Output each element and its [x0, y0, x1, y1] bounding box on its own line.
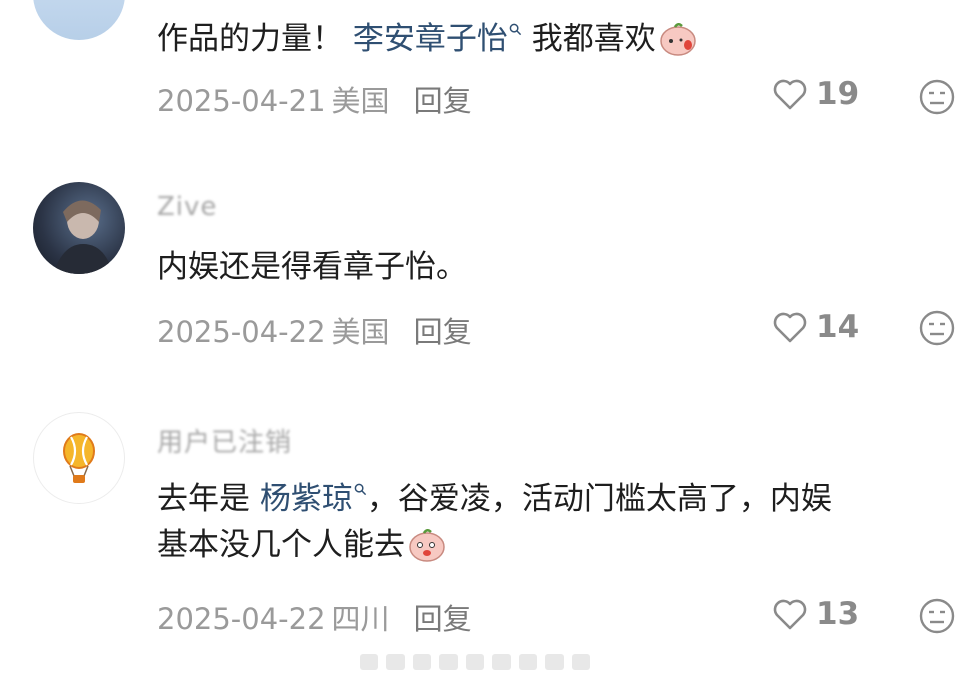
dislike-face-icon[interactable] [918, 309, 956, 347]
comment-text-line2: 基本没几个人能去 [157, 527, 405, 563]
peach-emoji-icon [409, 529, 445, 562]
reply-button[interactable]: 回复 [414, 84, 472, 118]
comment-meta: 2025-04-21 美国 回复 [157, 78, 472, 120]
comment-meta: 2025-04-22 美国 回复 [157, 309, 472, 351]
heart-icon [773, 599, 807, 630]
peach-emoji-icon [659, 23, 696, 56]
avatar-image [53, 200, 113, 274]
comment-text: 去年是 杨紫琼 ，谷爱凌，活动门槛太高了，内娱基本没几个人能去 [157, 476, 947, 568]
comment-text-before: 内娱还是得看章子怡。 [157, 249, 467, 285]
comment-location: 四川 [331, 602, 390, 636]
comment-text-after: ，谷爱凌，活动门槛太高了，内娱 [366, 481, 832, 517]
username[interactable]: 用户已注销 [157, 422, 292, 459]
hot-air-balloon-icon [63, 433, 95, 483]
comment-text-after: 我都喜欢 [521, 21, 656, 57]
heart-icon [773, 312, 807, 343]
search-icon [354, 483, 366, 495]
comment-date: 2025-04-22 [157, 315, 326, 349]
username[interactable]: Zive [157, 192, 217, 222]
comment-location: 美国 [331, 84, 390, 118]
avatar[interactable] [33, 182, 125, 274]
comment-meta: 2025-04-22 四川 回复 [157, 596, 472, 638]
heart-icon [773, 79, 807, 110]
comment-date: 2025-04-22 [157, 602, 326, 636]
comment-text-before: 去年是 [157, 481, 260, 517]
comment-location: 美国 [331, 315, 390, 349]
like-count: 19 [816, 76, 860, 112]
like-button[interactable]: 14 [772, 309, 859, 345]
like-button[interactable]: 13 [772, 596, 859, 632]
mention-link[interactable]: 李安章子怡 [353, 21, 508, 57]
dislike-face-icon[interactable] [918, 78, 956, 116]
avatar[interactable] [33, 412, 125, 504]
comment-text: 作品的力量！ 李安章子怡 我都喜欢 [157, 16, 947, 62]
watermark-strip [360, 652, 590, 672]
comment-date: 2025-04-21 [157, 84, 326, 118]
comment-text-before: 作品的力量！ [157, 21, 353, 57]
dislike-face-icon[interactable] [918, 597, 956, 635]
like-count: 13 [816, 596, 860, 632]
like-count: 14 [816, 309, 860, 345]
reply-button[interactable]: 回复 [414, 315, 472, 349]
mention-link[interactable]: 杨紫琼 [260, 481, 353, 517]
reply-button[interactable]: 回复 [414, 602, 472, 636]
avatar[interactable] [33, 0, 125, 40]
comment-text: 内娱还是得看章子怡。 [157, 244, 947, 290]
search-icon [509, 23, 521, 35]
like-button[interactable]: 19 [772, 76, 859, 112]
